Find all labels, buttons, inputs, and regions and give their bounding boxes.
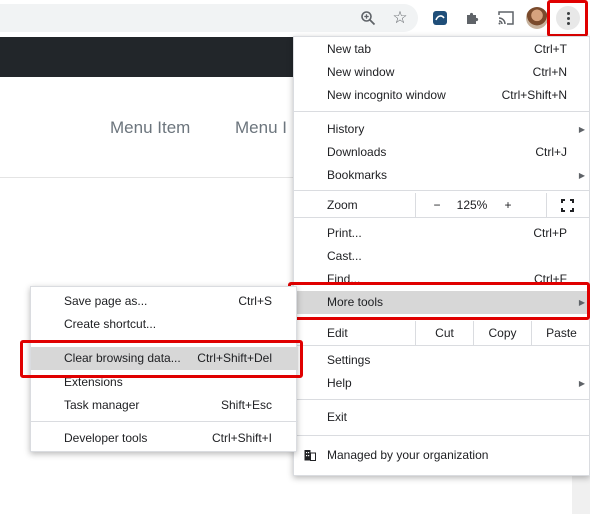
menu-separator <box>294 345 590 346</box>
menu-item-shortcut: Shift+Esc <box>220 398 272 412</box>
menu-separator <box>294 399 590 400</box>
menu-item-label: Managed by your organization <box>327 448 489 462</box>
kebab-highlight-box <box>547 0 588 37</box>
site-nav-item[interactable]: Menu Item <box>110 118 190 138</box>
zoom-out-button[interactable]: − <box>432 193 442 217</box>
submenu-arrow-icon: ▶ <box>578 171 585 180</box>
menu-separator <box>294 111 590 112</box>
menu-item-shortcut: Ctrl+Shift+N <box>501 88 567 102</box>
fullscreen-icon <box>561 199 574 212</box>
clear-browsing-highlight-box <box>20 340 303 378</box>
more-tools-highlight-box <box>288 282 590 320</box>
paste-button[interactable]: Paste <box>531 321 590 345</box>
menu-item-new-window[interactable]: New window Ctrl+N <box>294 61 590 84</box>
menu-item-label: Zoom <box>327 198 358 212</box>
menu-separator <box>294 435 590 436</box>
address-bar[interactable] <box>0 4 418 32</box>
menu-item-label: Task manager <box>64 398 140 412</box>
zoom-level: 125% <box>456 198 488 212</box>
menu-item-label: New window <box>327 65 395 79</box>
submenu-arrow-icon: ▶ <box>578 125 585 134</box>
menu-separator <box>294 217 590 218</box>
menu-item-print[interactable]: Print... Ctrl+P <box>294 222 590 245</box>
extension-icon[interactable] <box>430 8 450 28</box>
menu-item-label: Save page as... <box>64 294 148 308</box>
menu-item-label: Cast... <box>327 249 362 263</box>
avatar[interactable] <box>526 7 548 29</box>
menu-item-shortcut: Ctrl+Shift+I <box>211 431 272 445</box>
site-nav-item[interactable]: Menu I <box>235 118 287 138</box>
menu-item-label: Settings <box>327 353 371 367</box>
menu-item-label: New tab <box>327 42 372 56</box>
fullscreen-button[interactable] <box>546 193 590 217</box>
menu-item-shortcut: Ctrl+P <box>533 226 567 240</box>
cut-button[interactable]: Cut <box>415 321 473 345</box>
menu-item-downloads[interactable]: Downloads Ctrl+J <box>294 141 590 164</box>
menu-item-managed[interactable]: Managed by your organization <box>294 444 590 466</box>
building-icon <box>304 450 316 461</box>
cast-icon[interactable] <box>496 8 516 28</box>
menu-item-cast[interactable]: Cast... <box>294 245 590 268</box>
menu-item-label: Downloads <box>327 145 387 159</box>
menu-item-new-incognito[interactable]: New incognito window Ctrl+Shift+N <box>294 84 590 107</box>
menu-item-exit[interactable]: Exit <box>294 406 590 429</box>
bookmark-star-icon[interactable]: ☆ <box>390 8 410 28</box>
menu-item-history[interactable]: History ▶ <box>294 118 590 141</box>
zoom-controls: − 125% + <box>415 193 546 217</box>
browser-toolbar: ☆ <box>0 0 590 36</box>
submenu-item-task-manager[interactable]: Task manager Shift+Esc <box>31 394 298 417</box>
menu-item-shortcut: Ctrl+J <box>535 145 567 159</box>
submenu-arrow-icon: ▶ <box>578 379 585 388</box>
menu-item-help[interactable]: Help ▶ <box>294 372 590 395</box>
site-header-bar <box>0 37 300 77</box>
menu-item-edit: Edit Cut Copy Paste <box>294 321 590 345</box>
menu-item-label: Edit <box>327 326 348 340</box>
menu-item-bookmarks[interactable]: Bookmarks ▶ <box>294 164 590 187</box>
chrome-main-menu: New tab Ctrl+T New window Ctrl+N New inc… <box>293 36 590 476</box>
menu-item-label: History <box>327 122 365 136</box>
menu-item-label: Bookmarks <box>327 168 388 182</box>
menu-separator <box>294 190 590 191</box>
menu-item-settings[interactable]: Settings <box>294 349 590 372</box>
menu-item-label: Developer tools <box>64 431 148 445</box>
submenu-item-save-page[interactable]: Save page as... Ctrl+S <box>31 290 298 313</box>
zoom-in-button[interactable]: + <box>503 193 513 217</box>
page-divider <box>0 177 300 178</box>
puzzle-icon[interactable] <box>462 8 482 28</box>
menu-item-shortcut: Ctrl+N <box>532 65 567 79</box>
menu-item-new-tab[interactable]: New tab Ctrl+T <box>294 38 590 61</box>
menu-separator <box>31 421 298 422</box>
menu-item-zoom: Zoom − 125% + <box>294 193 590 217</box>
menu-item-label: Exit <box>327 410 348 424</box>
submenu-item-create-shortcut[interactable]: Create shortcut... <box>31 313 298 336</box>
submenu-item-developer-tools[interactable]: Developer tools Ctrl+Shift+I <box>31 427 298 450</box>
menu-item-label: Print... <box>327 226 362 240</box>
menu-item-label: Help <box>327 376 352 390</box>
copy-button[interactable]: Copy <box>473 321 531 345</box>
menu-item-label: Create shortcut... <box>64 317 157 331</box>
menu-item-label: New incognito window <box>327 88 446 102</box>
menu-item-shortcut: Ctrl+S <box>238 294 272 308</box>
menu-item-shortcut: Ctrl+T <box>534 42 567 56</box>
zoom-icon[interactable] <box>358 8 378 28</box>
